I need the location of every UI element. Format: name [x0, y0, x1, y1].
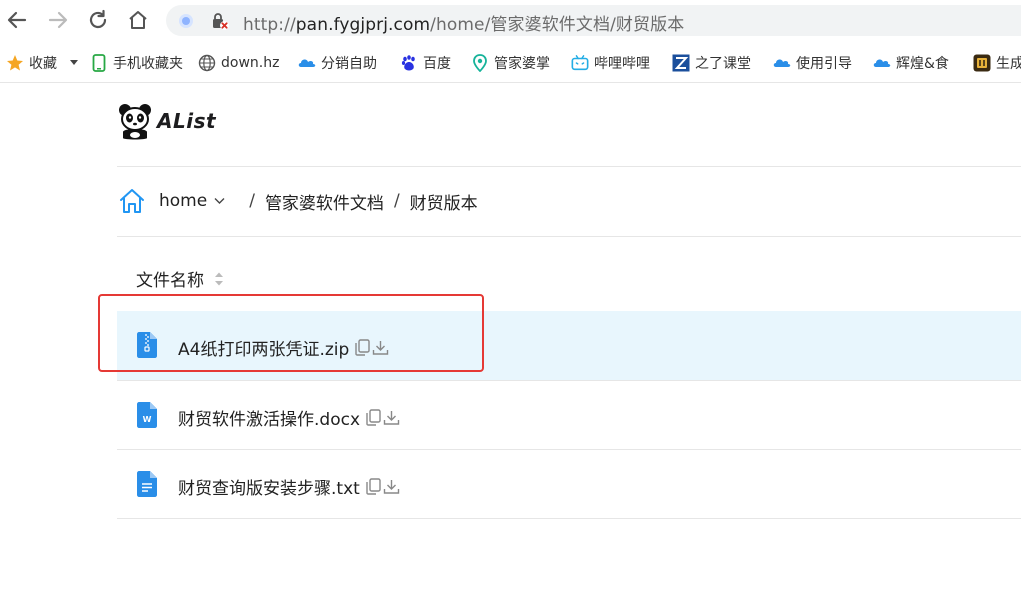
cloud-icon	[773, 54, 791, 72]
insecure-lock-icon[interactable]	[210, 11, 230, 31]
url-protocol: http://	[243, 15, 296, 35]
breadcrumb-item-current: 财贸版本	[409, 193, 478, 214]
breadcrumb-home[interactable]: home	[159, 191, 207, 211]
logo-text: AList	[157, 109, 217, 133]
bookmark-down[interactable]: down.hz	[198, 53, 282, 73]
bookmark-label: 分销自助	[321, 56, 377, 72]
panda-logo-icon	[119, 104, 151, 140]
browser-toolbar: http://pan.fygjprj.com/home/管家婆软件文档/财贸版本	[0, 0, 1021, 42]
bookmark-guanjiapo[interactable]: 管家婆掌	[471, 53, 553, 73]
file-name[interactable]: 财贸查询版安装步骤.txt	[178, 474, 400, 499]
bookmark-generate[interactable]: 生成	[973, 53, 1021, 73]
breadcrumb: home / 管家婆软件文档 / 财贸版本	[118, 187, 478, 215]
address-bar[interactable]: http://pan.fygjprj.com/home/管家婆软件文档/财贸版本	[166, 5, 1021, 36]
column-header-label: 文件名称	[136, 271, 204, 291]
star-icon	[6, 54, 24, 72]
url-path: /home/管家婆软件文档/财贸版本	[430, 15, 685, 35]
bookmark-favorites[interactable]: 收藏	[6, 53, 86, 73]
breadcrumb-item-docs[interactable]: 管家婆软件文档	[265, 189, 384, 214]
file-name[interactable]: 财贸软件激活操作.docx	[178, 405, 400, 430]
table-row[interactable]: W 财贸软件激活操作.docx	[117, 381, 1021, 450]
reload-button[interactable]	[85, 7, 111, 33]
svg-text:W: W	[143, 415, 152, 424]
dropdown-arrow-icon[interactable]	[69, 55, 79, 71]
bookmark-label: 哔哩哔哩	[594, 56, 650, 72]
breadcrumb-separator: /	[393, 191, 400, 211]
bookmark-label: 管家婆掌	[494, 56, 550, 72]
house-icon	[129, 11, 147, 29]
bookmark-label: 百度	[423, 56, 451, 72]
alist-logo[interactable]: AList	[117, 102, 216, 140]
bookmark-label: down.hz	[221, 55, 280, 71]
forward-button[interactable]	[45, 7, 71, 33]
url-host: pan.fygjprj.com	[295, 15, 431, 35]
breadcrumb-divider	[117, 236, 1021, 237]
bookmark-label: 辉煌&食	[896, 56, 949, 72]
breadcrumb-separator: /	[249, 191, 255, 211]
location-pin-icon	[471, 54, 489, 72]
bookmark-label: 之了课堂	[695, 56, 751, 72]
text-file-icon	[137, 471, 157, 497]
bookmark-mobile[interactable]: 手机收藏夹	[90, 53, 188, 73]
home-button[interactable]	[125, 7, 151, 33]
bookmark-label: 生成	[996, 56, 1021, 72]
home-icon[interactable]	[118, 187, 146, 215]
reload-icon	[89, 9, 107, 29]
row-divider	[117, 518, 1021, 519]
file-name-text: 财贸软件激活操作.docx	[178, 410, 361, 430]
word-file-icon: W	[137, 402, 157, 428]
cloud-icon	[298, 54, 316, 72]
bookmark-label: 收藏	[29, 56, 57, 72]
copy-link-icon[interactable]	[366, 478, 381, 495]
bookmark-label: 手机收藏夹	[113, 56, 183, 72]
download-icon[interactable]	[383, 478, 400, 495]
phone-icon	[90, 54, 108, 72]
column-header-name[interactable]: 文件名称	[136, 266, 224, 291]
copy-link-icon[interactable]	[366, 409, 381, 426]
file-name-text: 财贸查询版安装步骤.txt	[178, 479, 360, 499]
bookmark-distribution[interactable]: 分销自助	[298, 53, 384, 73]
download-icon[interactable]	[383, 409, 400, 426]
app-icon	[973, 54, 991, 72]
bookmark-huihuang[interactable]: 辉煌&食	[873, 53, 959, 73]
baidu-paw-icon	[400, 54, 418, 72]
back-button[interactable]	[4, 7, 30, 33]
back-arrow-icon	[7, 11, 27, 29]
table-row[interactable]: 财贸查询版安装步骤.txt	[117, 450, 1021, 519]
highlight-annotation-box	[98, 294, 484, 372]
sort-icon[interactable]	[214, 271, 224, 287]
bilibili-tv-icon	[571, 54, 589, 72]
url-text[interactable]: http://pan.fygjprj.com/home/管家婆软件文档/财贸版本	[243, 10, 684, 35]
bookmark-baidu[interactable]: 百度	[400, 53, 458, 73]
z-logo-icon	[672, 54, 690, 72]
bookmark-guide[interactable]: 使用引导	[773, 53, 859, 73]
cloud-icon	[873, 54, 891, 72]
header-divider	[117, 166, 1021, 167]
bookmarks-bar: 收藏 手机收藏夹 down.hz 分销自助 百度 管家婆掌 哔哩哔哩 之了课堂 …	[0, 44, 1021, 83]
forward-arrow-icon	[48, 11, 68, 29]
site-icon	[179, 14, 193, 28]
chevron-down-icon[interactable]	[214, 197, 225, 205]
bookmark-label: 使用引导	[796, 56, 852, 72]
globe-icon	[198, 54, 216, 72]
bookmark-zhiliao[interactable]: 之了课堂	[672, 53, 758, 73]
bookmark-bilibili[interactable]: 哔哩哔哩	[571, 53, 657, 73]
